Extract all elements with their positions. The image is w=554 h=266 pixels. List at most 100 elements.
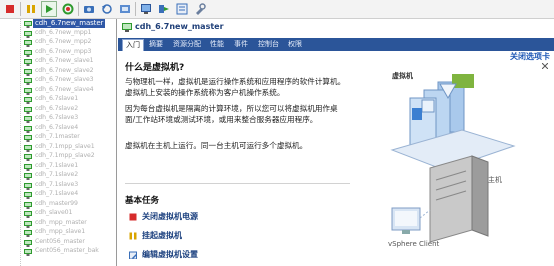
tree-item-label: cdh_6.7slave1: [35, 95, 79, 102]
basic-tasks-heading: 基本任务: [125, 196, 160, 206]
tree-item[interactable]: cdh_7.1mpp_slave1: [0, 143, 116, 152]
toolbar-separator: [135, 2, 136, 16]
console-icon[interactable]: [138, 1, 154, 17]
virtual-machine-icon: [24, 40, 32, 47]
virtual-machine-icon: [24, 163, 32, 171]
virtual-machine-icon: [24, 116, 32, 123]
tree-item[interactable]: cdh_7.1mpp_slave2: [0, 152, 116, 161]
virtual-machine-icon: [24, 173, 32, 180]
tree-item[interactable]: cdh_mpp_master: [0, 219, 116, 228]
tree-item-label: Cent056_master: [35, 237, 85, 245]
snapshot-manager-icon[interactable]: [117, 1, 133, 17]
virtual-machine-icon: [24, 68, 32, 76]
vm-label: 虚拟机: [392, 72, 413, 80]
virtual-machine-icon: [24, 21, 32, 28]
tab-events[interactable]: 事件: [231, 39, 251, 51]
task-edit-settings[interactable]: 编辑虚拟机设置: [129, 249, 198, 260]
tree-item-label: cdh_6.7new_mpp1: [35, 28, 92, 36]
tree-item[interactable]: cdh_7.1slave2: [0, 171, 116, 180]
suspend-icon: [129, 232, 137, 239]
description-paragraph: 因为每台虚拟机是隔离的计算环境，所以您可以将虚拟机用作桌面/工作站环境或测试环境…: [125, 104, 338, 124]
tree-item[interactable]: cdh_6.7new_mpp2: [0, 38, 116, 47]
tree-item-label: cdh_6.7slave3: [35, 114, 79, 121]
divider: [125, 183, 350, 184]
revert-snapshot-icon[interactable]: [99, 1, 115, 17]
vsphere-client-monitor: [391, 207, 431, 234]
virtual-machine-icon: [24, 154, 32, 161]
client-label: vSphere Client: [388, 240, 440, 248]
virtual-machine-icon: [24, 30, 32, 38]
task-suspend[interactable]: 挂起虚拟机: [129, 230, 182, 241]
virtual-machine-icon: [24, 230, 32, 237]
tab-summary[interactable]: 摘要: [146, 39, 166, 51]
tree-item-label: cdh_slave01: [35, 209, 73, 216]
snapshot-icon[interactable]: [81, 1, 97, 17]
tree-item[interactable]: cdh_7.1slave1: [0, 162, 116, 171]
tab-resource-allocation[interactable]: 资源分配: [170, 39, 204, 51]
tree-item[interactable]: cdh_6.7slave3: [0, 114, 116, 123]
tree-item[interactable]: cdh_6.7new_slave4: [0, 86, 116, 95]
edit-settings-icon: [129, 251, 137, 259]
virtual-machine-icon: [24, 87, 32, 95]
task-label: 编辑虚拟机设置: [142, 250, 198, 259]
close-icon[interactable]: [541, 62, 549, 70]
tree-item[interactable]: cdh_6.7new_slave3: [0, 76, 116, 85]
tree-item[interactable]: cdh_6.7new_slave2: [0, 66, 116, 76]
stop-icon[interactable]: [2, 1, 18, 17]
virtual-machine-icon: [24, 144, 32, 152]
task-power-off[interactable]: 关闭虚拟机电源: [129, 211, 198, 222]
virtual-machine-icon: [24, 49, 32, 57]
tree-item-label: cdh_6.7new_slave3: [35, 76, 94, 83]
tree-item[interactable]: cdh_6.7slave2: [0, 104, 116, 114]
panel-header: cdh_6.7new_master: [118, 19, 554, 38]
virtual-machine-icon: [24, 135, 32, 142]
virtual-machine-icon: [24, 78, 32, 85]
tools-icon[interactable]: [192, 1, 208, 17]
section-heading: 什么是虚拟机?: [125, 63, 185, 73]
tree-item-label: cdh_7.1master: [35, 133, 80, 140]
tree-item-label: cdh_7.1slave2: [35, 171, 79, 178]
virtual-machine-icon: [24, 125, 32, 133]
tree-item-label: cdh_6.7new_slave2: [35, 66, 94, 74]
tab-performance[interactable]: 性能: [207, 39, 227, 51]
toolbar: [0, 0, 554, 19]
vm-detail-panel: cdh_6.7new_master 入门 摘要 资源分配 性能 事件 控制台 权…: [118, 19, 554, 266]
virtual-machine-icon: [24, 97, 32, 104]
tree-item[interactable]: Cent056_master_bak: [0, 247, 116, 256]
tree-item-label: cdh_7.1slave4: [35, 190, 79, 197]
refresh-icon[interactable]: [60, 1, 76, 17]
tree-item[interactable]: cdh_6.7slave4: [0, 124, 116, 133]
tree-item[interactable]: cdh_7.1slave4: [0, 190, 116, 199]
description-paragraph: 与物理机一样，虚拟机是运行操作系统和应用程序的软件计算机。虚拟机上安装的操作系统…: [125, 77, 346, 97]
virtual-machine-icon: [24, 239, 32, 247]
virtual-machine-icon: [24, 59, 32, 66]
tab-getting-started[interactable]: 入门: [122, 39, 144, 51]
tree-item-label: cdh_7.1slave3: [35, 180, 79, 188]
tree-item[interactable]: Cent056_master: [0, 237, 116, 247]
tree-item[interactable]: cdh_6.7slave1: [0, 95, 116, 104]
tree-item[interactable]: cdh_slave01: [0, 209, 116, 218]
virtual-machine-icon: [24, 192, 32, 199]
edit-settings-icon[interactable]: [174, 1, 190, 17]
tree-item[interactable]: cdh_6.7new_master: [0, 19, 116, 28]
tree-item[interactable]: cdh_6.7new_slave1: [0, 57, 116, 66]
tab-permissions[interactable]: 权限: [285, 39, 305, 51]
tree-item[interactable]: cdh_6.7new_mpp3: [0, 47, 116, 57]
tree-item-label: cdh_mpp_slave1: [35, 228, 86, 235]
play-icon[interactable]: [41, 1, 57, 17]
toolbar-separator: [78, 2, 79, 16]
power-off-icon: [129, 213, 137, 220]
tree-item[interactable]: cdh_7.1master: [0, 133, 116, 142]
tree-item[interactable]: cdh_7.1slave3: [0, 180, 116, 190]
tree-item[interactable]: cdh_mpp_slave1: [0, 228, 116, 237]
tree-item[interactable]: cdh_master99: [0, 200, 116, 209]
tree-item[interactable]: cdh_6.7new_mpp1: [0, 28, 116, 38]
tree-item-label: cdh_6.7slave2: [35, 104, 79, 112]
host-label: 主机: [488, 176, 502, 184]
task-label: 挂起虚拟机: [142, 231, 182, 240]
migrate-icon[interactable]: [156, 1, 172, 17]
tab-console[interactable]: 控制台: [255, 39, 282, 51]
pause-icon[interactable]: [23, 1, 39, 17]
tab-bar: 入门 摘要 资源分配 性能 事件 控制台 权限: [118, 38, 554, 51]
tree-item-label: cdh_6.7new_mpp3: [35, 47, 92, 55]
